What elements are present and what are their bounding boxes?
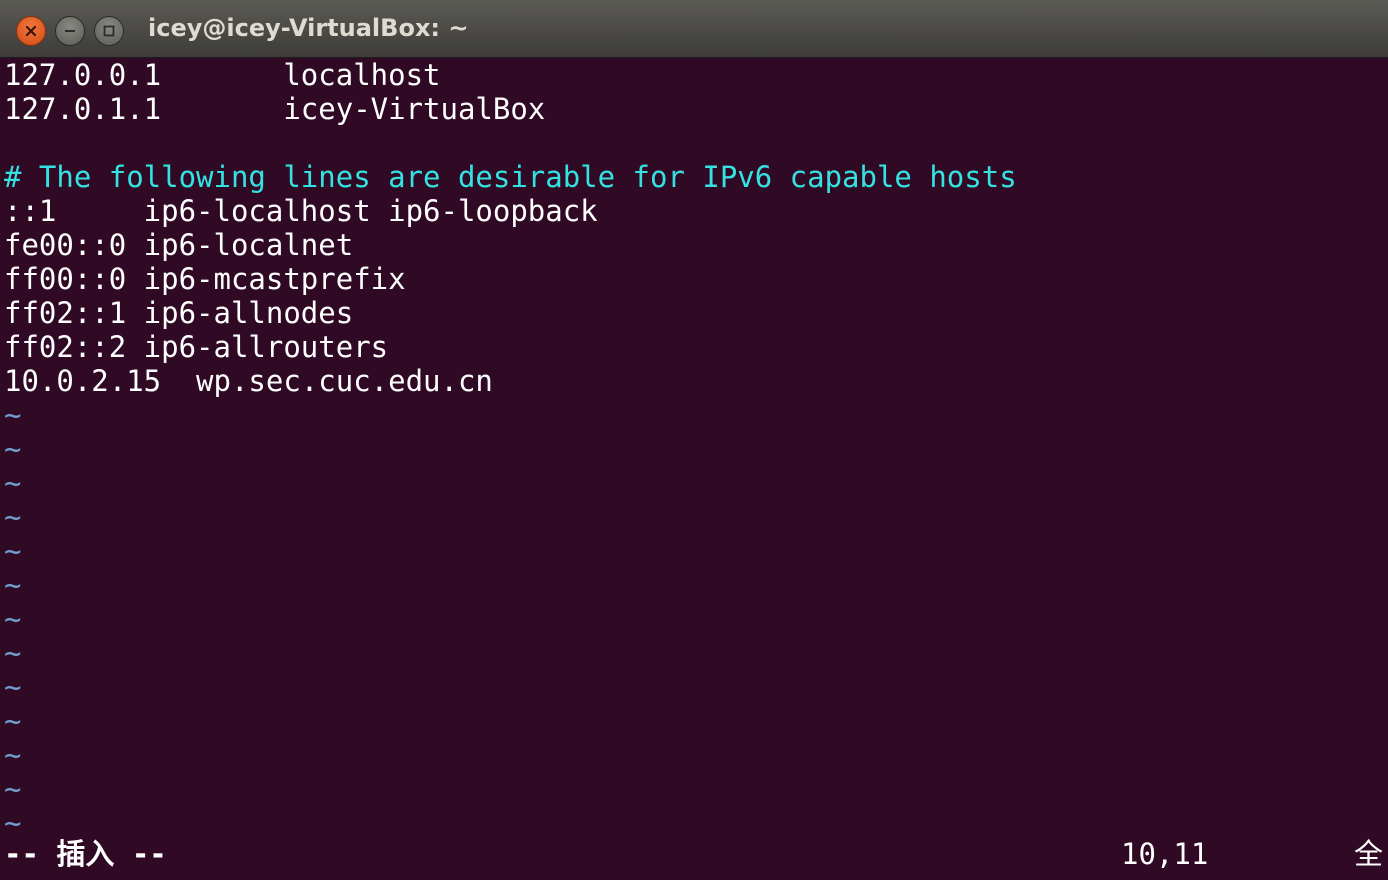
empty-line-tilde: ~ — [4, 738, 22, 772]
buffer-line: ::1 ip6-localhost ip6-loopback — [4, 194, 598, 228]
maximize-button[interactable] — [94, 16, 124, 46]
window-title: icey@icey-VirtualBox: ~ — [148, 14, 469, 42]
terminal-window: icey@icey-VirtualBox: ~ 127.0.0.1 localh… — [0, 0, 1388, 880]
empty-line-tilde: ~ — [4, 500, 22, 534]
empty-line-tilde: ~ — [4, 568, 22, 602]
close-button[interactable] — [16, 16, 46, 46]
maximize-icon — [102, 24, 116, 38]
buffer-line: ff02::1 ip6-allnodes — [4, 296, 354, 330]
minimize-icon — [63, 24, 77, 38]
empty-line-tilde: ~ — [4, 704, 22, 738]
vim-mode-indicator: -- 插入 -- — [4, 837, 167, 871]
buffer-line: fe00::0 ip6-localnet — [4, 228, 354, 262]
title-bar[interactable]: icey@icey-VirtualBox: ~ — [0, 0, 1388, 58]
empty-line-tilde: ~ — [4, 772, 22, 806]
scroll-position: 全 — [1354, 837, 1384, 871]
empty-line-tilde: ~ — [4, 398, 22, 432]
empty-line-tilde: ~ — [4, 602, 22, 636]
comment-line: # The following lines are desirable for … — [4, 160, 1017, 194]
empty-line-tilde: ~ — [4, 432, 22, 466]
empty-line-tilde: ~ — [4, 806, 22, 840]
empty-line-tilde: ~ — [4, 466, 22, 500]
empty-line-tilde: ~ — [4, 670, 22, 704]
buffer-line: 127.0.0.1 localhost — [4, 58, 441, 92]
close-icon — [25, 25, 37, 37]
terminal-content[interactable]: 127.0.0.1 localhost 127.0.1.1 icey-Virtu… — [0, 58, 1388, 880]
buffer-line: 10.0.2.15 wp.sec.cuc.edu.cn — [4, 364, 493, 398]
empty-line-tilde: ~ — [4, 636, 22, 670]
buffer-line: 127.0.1.1 icey-VirtualBox — [4, 92, 546, 126]
minimize-button[interactable] — [55, 16, 85, 46]
empty-line-tilde: ~ — [4, 534, 22, 568]
buffer-line: ff00::0 ip6-mcastprefix — [4, 262, 406, 296]
cursor-position: 10,11 — [1121, 837, 1209, 871]
buffer-line: ff02::2 ip6-allrouters — [4, 330, 389, 364]
